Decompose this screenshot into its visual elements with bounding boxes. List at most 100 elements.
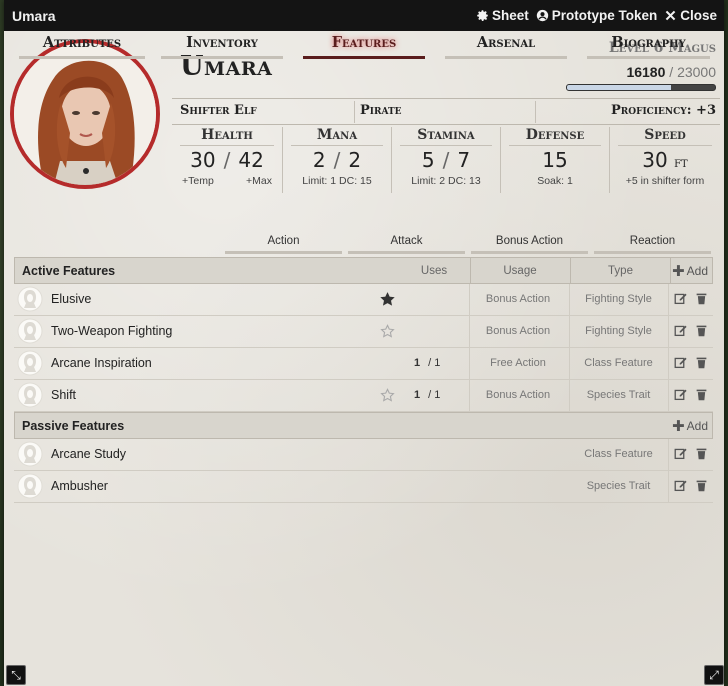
- feature-controls: [674, 447, 708, 460]
- mana-current[interactable]: 2: [313, 148, 326, 172]
- mana-label: Mana: [291, 127, 383, 146]
- feature-name[interactable]: Arcane Study: [51, 447, 126, 461]
- feature-icon[interactable]: [17, 382, 43, 408]
- edit-icon[interactable]: [674, 324, 687, 337]
- passive-features-header: Passive Features ✚ Add: [14, 412, 713, 439]
- divider: [354, 101, 355, 123]
- uses-current[interactable]: 1: [414, 389, 420, 401]
- ancestry-label[interactable]: Shifter Elf: [180, 103, 257, 123]
- column-divider: [668, 348, 669, 379]
- window-titlebar[interactable]: Umara Sheet Prototype Token Close: [4, 0, 724, 31]
- feature-controls: [674, 479, 708, 492]
- edit-icon[interactable]: [674, 292, 687, 305]
- add-passive-feature-label: Add: [686, 418, 708, 433]
- edit-icon[interactable]: [674, 447, 687, 460]
- add-passive-feature-button[interactable]: ✚ Add: [672, 413, 708, 438]
- header-divider: [172, 98, 720, 99]
- speed-note: +5 in shifter form: [625, 175, 705, 187]
- feature-name[interactable]: Two-Weapon Fighting: [51, 324, 172, 338]
- feature-icon[interactable]: [17, 473, 43, 499]
- health-max: 42: [238, 148, 264, 172]
- active-features-header: Active Features Uses Usage Type ✚ Add: [14, 257, 713, 284]
- background-label[interactable]: Pirate: [360, 103, 402, 123]
- health-current[interactable]: 30: [190, 148, 215, 172]
- feature-uses[interactable]: 1 / 1: [414, 389, 440, 401]
- delete-icon[interactable]: [695, 356, 708, 369]
- sheet-button[interactable]: Sheet: [476, 8, 529, 23]
- feature-row[interactable]: Arcane Study Class Feature: [14, 439, 713, 471]
- delete-icon[interactable]: [695, 479, 708, 492]
- delete-icon[interactable]: [695, 292, 708, 305]
- feature-row[interactable]: Shift 1 / 1 Bonus Action Species Trait: [14, 380, 713, 412]
- feature-row[interactable]: Elusive Bonus Action Fighting Style: [14, 284, 713, 316]
- sheet-button-label: Sheet: [491, 8, 529, 23]
- health-temp-link[interactable]: +Temp: [182, 175, 214, 187]
- stamina-label: Stamina: [400, 127, 492, 146]
- tab-inventory[interactable]: Inventory: [161, 31, 283, 59]
- feature-icon[interactable]: [17, 350, 43, 376]
- resize-handle[interactable]: ⤢: [704, 665, 724, 685]
- edit-icon[interactable]: [674, 388, 687, 401]
- feature-uses[interactable]: [414, 293, 422, 305]
- stamina-note: Limit: 2 DC: 13: [411, 175, 481, 187]
- feature-uses[interactable]: 1 / 1: [414, 357, 440, 369]
- column-divider: [668, 439, 669, 470]
- feature-row[interactable]: Arcane Inspiration 1 / 1 Free Action Class F…: [14, 348, 713, 380]
- bottom-left-expand-button[interactable]: ⤡: [6, 665, 26, 685]
- filter-attack[interactable]: Attack: [348, 232, 465, 254]
- feature-row[interactable]: Two-Weapon Fighting Bonus Action Fighting …: [14, 316, 713, 348]
- feature-name[interactable]: Ambusher: [51, 479, 108, 493]
- favorite-star-icon[interactable]: [380, 388, 395, 403]
- stamina-current[interactable]: 5: [422, 148, 435, 172]
- close-button[interactable]: Close: [664, 8, 717, 23]
- edit-icon[interactable]: [674, 479, 687, 492]
- uses-current[interactable]: 1: [414, 357, 420, 369]
- filter-bonus-action[interactable]: Bonus Action: [471, 232, 588, 254]
- character-portrait[interactable]: [10, 39, 160, 189]
- filter-reaction[interactable]: Reaction: [594, 232, 711, 254]
- experience-readout[interactable]: 16180 / 23000: [626, 64, 716, 80]
- passive-features-section: Passive Features ✚ Add Arcane Study Class …: [14, 412, 713, 503]
- health-max-link[interactable]: +Max: [246, 175, 272, 187]
- tab-attributes[interactable]: Attributes: [19, 31, 145, 59]
- delete-icon[interactable]: [695, 388, 708, 401]
- uses-max: / 1: [428, 389, 441, 401]
- prototype-token-label: Prototype Token: [551, 8, 658, 23]
- feature-row[interactable]: Ambusher Species Trait: [14, 471, 713, 503]
- uses-max: / 1: [428, 357, 441, 369]
- feature-controls: [674, 388, 708, 401]
- user-circle-icon: [536, 9, 548, 22]
- tab-features[interactable]: Features: [303, 31, 425, 59]
- feature-name[interactable]: Arcane Inspiration: [51, 356, 152, 370]
- favorite-star-icon[interactable]: [380, 292, 395, 307]
- proficiency-bonus: Proficiency: +3: [610, 103, 716, 118]
- feature-usage: Bonus Action: [485, 389, 551, 401]
- feature-usage: Free Action: [490, 357, 546, 369]
- favorite-star-icon[interactable]: [380, 324, 395, 339]
- tab-biography[interactable]: Biography: [587, 31, 710, 59]
- edit-icon[interactable]: [674, 356, 687, 369]
- feature-name[interactable]: Elusive: [51, 292, 91, 306]
- defense-note: Soak: 1: [537, 175, 573, 187]
- add-active-feature-button[interactable]: ✚ Add: [672, 258, 708, 283]
- feature-icon[interactable]: [17, 441, 43, 467]
- filter-action[interactable]: Action: [225, 232, 342, 254]
- feature-type: Class Feature: [584, 448, 653, 460]
- feature-type: Fighting Style: [585, 325, 652, 337]
- feature-type: Fighting Style: [585, 293, 652, 305]
- feature-icon[interactable]: [17, 318, 43, 344]
- delete-icon[interactable]: [695, 447, 708, 460]
- feature-icon[interactable]: [17, 286, 43, 312]
- feature-type: Class Feature: [584, 357, 653, 369]
- delete-icon[interactable]: [695, 324, 708, 337]
- prototype-token-button[interactable]: Prototype Token: [536, 8, 658, 23]
- stat-mana: Mana 2/2 Limit: 1 DC: 15: [283, 127, 391, 195]
- column-divider: [668, 471, 669, 502]
- feature-name[interactable]: Shift: [51, 388, 76, 402]
- speed-value[interactable]: 30: [642, 148, 667, 172]
- feature-uses[interactable]: [414, 325, 422, 337]
- speed-label: Speed: [618, 127, 712, 146]
- add-active-feature-label: Add: [686, 263, 708, 278]
- column-divider: [668, 284, 669, 315]
- tab-arsenal[interactable]: Arsenal: [445, 31, 567, 59]
